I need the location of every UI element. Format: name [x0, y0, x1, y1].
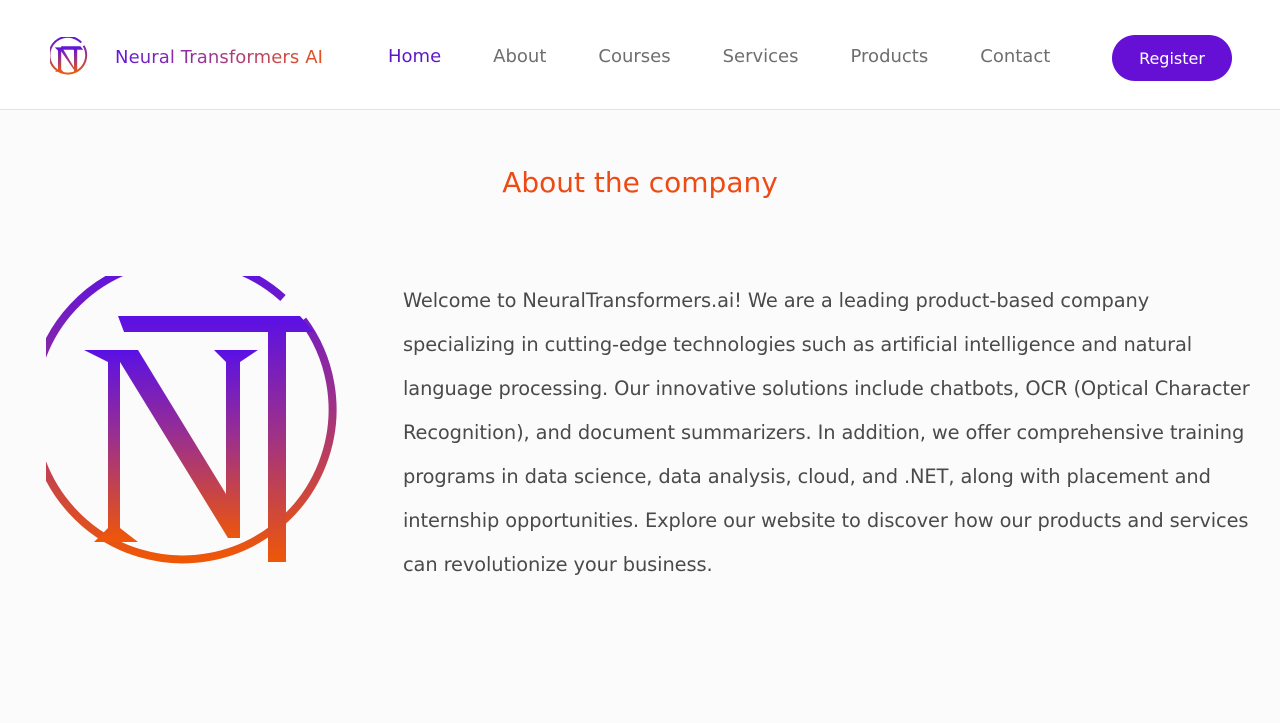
nav-link-home[interactable]: Home	[388, 46, 441, 67]
brand[interactable]: Neural Transformers AI	[50, 37, 323, 77]
nt-monogram-logo-icon	[50, 37, 88, 75]
brand-name: Neural Transformers AI	[115, 46, 324, 68]
nav-link-courses[interactable]: Courses	[598, 46, 670, 67]
nav-link-products[interactable]: Products	[851, 46, 929, 67]
main-nav: Home About Courses Services Products Con…	[388, 46, 1050, 67]
top-navbar: Neural Transformers AI Home About Course…	[0, 0, 1280, 110]
nav-link-about[interactable]: About	[493, 46, 546, 67]
about-description: Welcome to NeuralTransformers.ai! We are…	[403, 289, 1250, 576]
nav-link-contact[interactable]: Contact	[980, 46, 1050, 67]
nt-monogram-large-logo-icon	[46, 276, 337, 564]
register-button[interactable]: Register	[1112, 35, 1232, 81]
nav-link-services[interactable]: Services	[723, 46, 799, 67]
section-title: About the company	[502, 166, 778, 199]
